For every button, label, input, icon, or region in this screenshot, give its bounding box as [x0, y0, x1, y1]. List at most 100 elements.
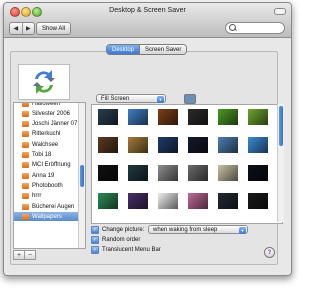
change-picture-checkbox[interactable]: ✓ [91, 225, 99, 234]
folder-list-item[interactable]: Ritterkuchl [14, 130, 85, 139]
great-wave-wallpaper[interactable] [218, 165, 238, 181]
rotating-pictures-icon [32, 68, 56, 96]
back-button[interactable]: ◀ [10, 23, 22, 34]
change-picture-label: Change picture: [102, 226, 145, 233]
random-order-option[interactable]: ✓ Random order [91, 235, 140, 244]
white-wallpaper[interactable] [158, 193, 178, 209]
window-title: Desktop & Screen Saver [109, 7, 186, 14]
folder-icon [22, 213, 29, 220]
folder-label: Ritterkuchl [32, 131, 61, 138]
fill-mode-value: Fill Screen [101, 95, 130, 102]
folder-icon [22, 203, 29, 210]
folder-list-item[interactable]: Walchsee [14, 140, 85, 149]
space-wallpaper[interactable] [248, 165, 268, 181]
show-all-button[interactable]: Show All [36, 22, 71, 35]
fill-mode-select[interactable]: Fill Screen ▼ [96, 94, 166, 103]
green-grass-wallpaper[interactable] [218, 109, 238, 125]
source-list-scrollbar[interactable] [78, 103, 85, 248]
autumn-leaves-wallpaper[interactable] [158, 109, 178, 125]
wallpaper-grid-scrollbar[interactable] [277, 104, 284, 222]
folder-list-item[interactable]: Bücherei Augen [14, 202, 85, 211]
folder-label: Walchsee [32, 141, 59, 148]
help-button[interactable]: ? [264, 247, 275, 258]
segmented-tabs: Desktop Screen Saver [106, 44, 188, 55]
blue-drops-wallpaper[interactable] [128, 109, 148, 125]
folder-label: MCI Eröffnung [32, 162, 71, 169]
dark-teal-wallpaper[interactable] [128, 165, 148, 181]
wallpaper-grid-scroll-thumb[interactable] [279, 106, 283, 146]
current-desktop-preview [18, 64, 70, 100]
folder-label: Wallpapers [32, 213, 62, 220]
folder-list-item[interactable]: Silvester 2006 [14, 109, 85, 118]
rainbow-wallpaper[interactable] [188, 193, 208, 209]
random-order-checkbox[interactable]: ✓ [91, 235, 99, 244]
blue-abstract-wallpaper[interactable] [248, 137, 268, 153]
dark-grid-wallpaper[interactable] [218, 193, 238, 209]
chevron-down-icon: ▼ [239, 227, 246, 234]
dark-wave-wallpaper[interactable] [98, 109, 118, 125]
tab-desktop[interactable]: Desktop [107, 45, 140, 54]
green-field-wallpaper[interactable] [248, 109, 268, 125]
tab-screen-saver[interactable]: Screen Saver [139, 45, 187, 54]
folder-list-item[interactable]: hrrr [14, 192, 85, 201]
change-interval-value: when waking from sleep [153, 226, 218, 233]
folder-label: Photobooth [32, 182, 63, 189]
search-field[interactable] [225, 22, 285, 34]
dark-portrait-wallpaper[interactable] [188, 109, 208, 125]
wallpaper-grid [91, 104, 283, 224]
folder-icon [22, 152, 29, 158]
green-light-wallpaper[interactable] [98, 193, 118, 209]
toolbar-toggle-button[interactable] [274, 8, 286, 15]
folder-source-list[interactable]: Halloween Silvester 2006 Joschi Jänner 07 R… [13, 102, 86, 249]
folder-icon [22, 193, 29, 200]
add-remove-buttons: + − [13, 250, 36, 260]
search-input[interactable] [237, 23, 281, 32]
folder-label: Tobi 18 [32, 152, 52, 158]
folder-list-item[interactable]: Tobi 18 [14, 151, 85, 160]
folder-list-item[interactable]: Halloween [14, 102, 85, 108]
background-color-swatch[interactable] [184, 94, 196, 104]
folder-icon [22, 103, 29, 107]
folder-label: Joschi Jänner 07 [32, 121, 78, 128]
folder-label: Anna 19 [32, 172, 55, 179]
translucent-menu-bar-label: Translucent Menu Bar [102, 246, 161, 253]
silver-wallpaper[interactable] [158, 165, 178, 181]
folder-list-item[interactable]: Wallpapers [14, 212, 85, 222]
folder-icon [22, 182, 29, 189]
search-icon [229, 24, 236, 31]
remove-folder-button[interactable]: − [24, 250, 36, 260]
folder-icon [22, 131, 29, 138]
folder-label: hrrr [32, 193, 42, 200]
random-order-label: Random order [102, 236, 141, 243]
forward-button[interactable]: ▶ [21, 23, 35, 34]
black-wallpaper[interactable] [98, 165, 118, 181]
moon-wallpaper[interactable] [188, 137, 208, 153]
folder-label: Bücherei Augen [32, 203, 75, 210]
desert-wallpaper[interactable] [128, 137, 148, 153]
folder-list-item[interactable]: Joschi Jänner 07 [14, 120, 85, 129]
apple-logo-wallpaper[interactable] [248, 193, 268, 209]
source-list-scroll-thumb[interactable] [80, 165, 84, 187]
translucent-menu-bar-option[interactable]: ✓ Translucent Menu Bar [91, 245, 161, 254]
title-bar: Desktop & Screen Saver ◀ ▶ Show All [4, 3, 291, 38]
folder-label: Halloween [32, 102, 61, 107]
folder-list-item[interactable]: Photobooth [14, 181, 85, 190]
change-picture-option[interactable]: ✓ Change picture: [91, 225, 144, 234]
folder-label: Silvester 2006 [32, 110, 71, 117]
folder-list-item[interactable]: MCI Eröffnung [14, 161, 85, 170]
ocean-sunset-wallpaper[interactable] [218, 137, 238, 153]
folder-list-item[interactable]: Anna 19 [14, 171, 85, 180]
folder-icon [22, 162, 29, 169]
folder-icon [22, 121, 29, 128]
aurora-wallpaper[interactable] [158, 137, 178, 153]
back-forward-buttons: ◀ ▶ [9, 22, 35, 35]
grey-stone-wallpaper[interactable] [188, 165, 208, 181]
folder-icon [22, 110, 29, 117]
folder-icon [22, 141, 29, 148]
chevron-down-icon: ▼ [157, 96, 164, 103]
change-interval-select[interactable]: when waking from sleep ▼ [148, 225, 248, 234]
translucent-menu-bar-checkbox[interactable]: ✓ [91, 245, 99, 254]
brown-texture-wallpaper[interactable] [98, 137, 118, 153]
folder-icon [22, 172, 29, 179]
purple-wallpaper[interactable] [128, 193, 148, 209]
